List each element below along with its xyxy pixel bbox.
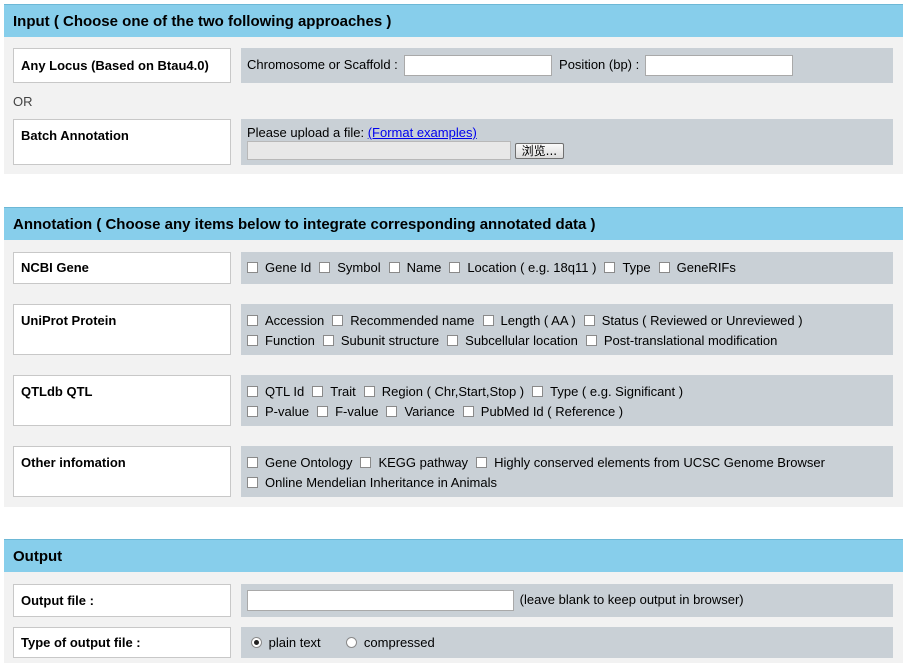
length-label: Length ( AA ) [500,313,576,328]
recommended-name-label: Recommended name [350,313,475,328]
f-value-label: F-value [335,404,379,419]
position-input[interactable] [644,55,793,76]
ptm-checkbox[interactable] [585,335,597,346]
gene-id-label: Gene Id [265,260,312,275]
omia-label: Online Mendelian Inheritance in Animals [265,475,497,490]
qtl-id-label: QTL Id [265,384,305,399]
length-checkbox[interactable] [482,315,494,326]
subcellular-location-label: Subcellular location [465,333,578,348]
qtldb-qtl-box: QTL Id Trait Region ( Chr,Start,Stop ) Type… [241,375,893,426]
symbol-checkbox[interactable] [319,262,331,273]
batch-annotation-box: Please upload a file: (Format examples) … [241,119,893,165]
status-checkbox[interactable] [583,315,595,326]
uniprot-protein-label: UniProt Protein [13,304,231,355]
annotation-panel: Annotation ( Choose any items below to i… [4,207,903,507]
function-label: Function [265,333,315,348]
trait-label: Trait [330,384,356,399]
location-label: Location ( e.g. 18q11 ) [467,260,597,275]
pubmed-id-checkbox[interactable] [462,406,474,417]
plain-text-radio[interactable] [251,637,262,648]
any-locus-label: Any Locus (Based on Btau4.0) [13,48,231,83]
annotation-header: Annotation ( Choose any items below to i… [4,207,903,240]
accession-checkbox[interactable] [247,315,258,326]
region-checkbox[interactable] [363,386,375,397]
other-information-box: Gene Ontology KEGG pathway Highly conserve… [241,446,893,497]
browse-button[interactable]: 浏览... [514,142,565,159]
uniprot-protein-box: Accession Recommended name Length ( AA ) St… [241,304,893,355]
upload-text: Please upload a file: [247,125,365,140]
qtl-id-checkbox[interactable] [247,386,258,397]
status-label: Status ( Reviewed or Unreviewed ) [601,313,803,328]
output-file-hint: (leave blank to keep output in browser) [519,591,744,607]
chromosome-input[interactable] [404,55,553,76]
location-checkbox[interactable] [449,262,461,273]
any-locus-box: Chromosome or Scaffold : Position (bp) : [241,48,893,83]
qtl-type-checkbox[interactable] [532,386,544,397]
generifs-checkbox[interactable] [658,262,670,273]
compressed-radio[interactable] [346,637,358,648]
variance-label: Variance [404,404,455,419]
subunit-structure-checkbox[interactable] [322,335,334,346]
output-file-input[interactable] [247,590,514,611]
input-panel: Input ( Choose one of the two following … [4,4,903,174]
ptm-label: Post-translational modification [603,333,778,348]
subcellular-location-checkbox[interactable] [447,335,459,346]
gene-id-checkbox[interactable] [247,262,258,273]
ncbi-gene-label: NCBI Gene [13,252,231,284]
output-file-label: Output file : [13,584,231,617]
position-label: Position (bp) : [559,56,640,72]
accession-label: Accession [265,313,325,328]
plain-text-label: plain text [268,635,321,650]
p-value-label: P-value [265,404,310,419]
omia-checkbox[interactable] [247,477,258,488]
file-path-input[interactable] [247,141,511,160]
output-panel: Output Output file : (leave blank to kee… [4,539,903,663]
type-label: Type [622,260,651,275]
output-type-box: plain text compressed [241,627,893,658]
variance-checkbox[interactable] [386,406,398,417]
compressed-label: compressed [363,635,435,650]
input-header: Input ( Choose one of the two following … [4,4,903,37]
name-checkbox[interactable] [388,262,400,273]
qtl-type-label: Type ( e.g. Significant ) [550,384,684,399]
recommended-name-checkbox[interactable] [332,315,344,326]
or-text: OR [13,94,33,109]
output-header: Output [4,539,903,572]
ncbi-gene-box: Gene Id Symbol Name Location ( e.g. 18q11 )… [241,252,893,284]
function-checkbox[interactable] [247,335,258,346]
pubmed-id-label: PubMed Id ( Reference ) [480,404,624,419]
generifs-label: GeneRIFs [676,260,736,275]
ucsc-conserved-checkbox[interactable] [476,457,488,468]
type-checkbox[interactable] [604,262,616,273]
subunit-structure-label: Subunit structure [340,333,440,348]
gene-ontology-checkbox[interactable] [247,457,258,468]
f-value-checkbox[interactable] [317,406,329,417]
symbol-label: Symbol [337,260,381,275]
kegg-pathway-label: KEGG pathway [378,455,469,470]
other-information-label: Other infomation [13,446,231,497]
region-label: Region ( Chr,Start,Stop ) [381,384,525,399]
output-file-box: (leave blank to keep output in browser) [241,584,893,617]
p-value-checkbox[interactable] [247,406,258,417]
gene-ontology-label: Gene Ontology [265,455,353,470]
format-examples-link[interactable]: (Format examples) [368,125,477,140]
batch-annotation-label: Batch Annotation [13,119,231,165]
qtldb-qtl-label: QTLdb QTL [13,375,231,426]
output-type-label: Type of output file : [13,627,231,658]
kegg-pathway-checkbox[interactable] [360,457,372,468]
trait-checkbox[interactable] [312,386,324,397]
ucsc-conserved-label: Highly conserved elements from UCSC Geno… [494,455,825,470]
chromosome-label: Chromosome or Scaffold : [247,56,398,72]
name-label: Name [406,260,442,275]
